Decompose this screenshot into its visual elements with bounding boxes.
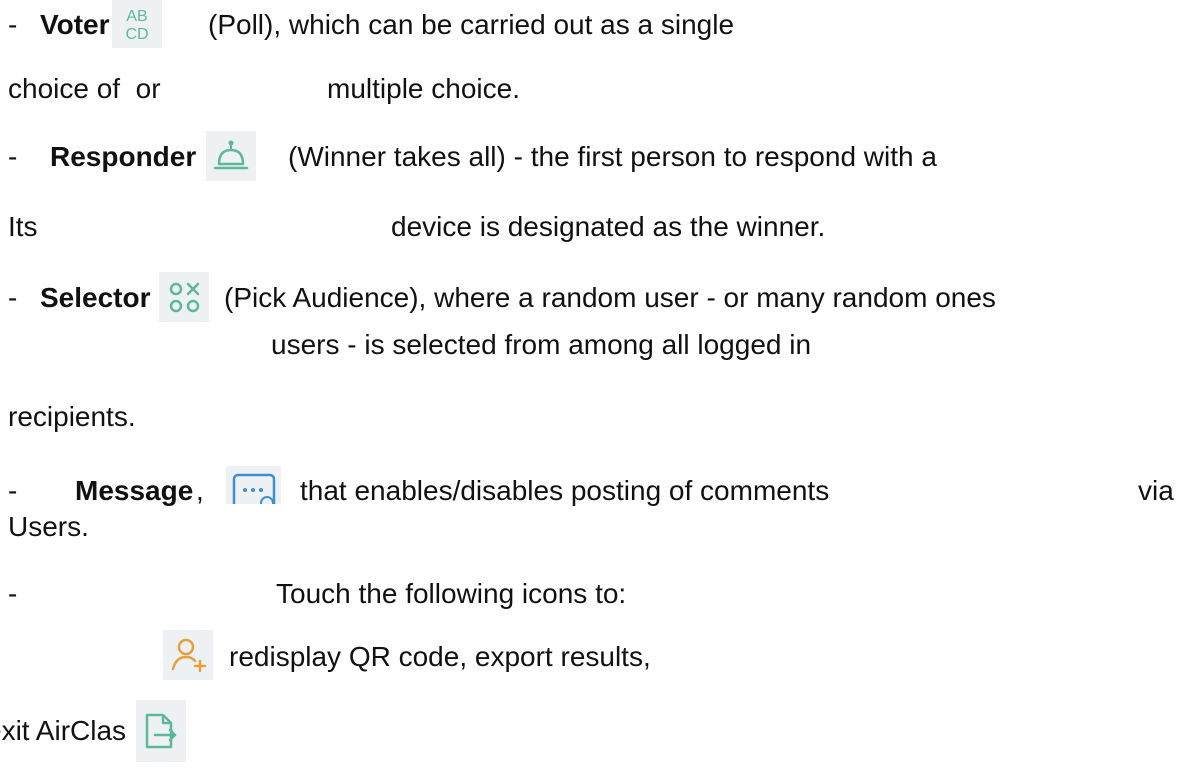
add-user-icon [163,630,213,680]
message-label: Message [75,475,194,506]
circles-x-selector-icon [159,272,209,322]
voter-icon-top-text: AB [126,8,147,25]
message-comma: , [196,475,204,506]
responder-description: (Winner takes all) - the first person to… [288,141,937,172]
exit-text: exit AirClas [0,715,127,746]
voter-description: (Poll), which can be carried out as a si… [208,9,735,40]
redisplay-text: redisplay QR code, export results, [229,641,651,672]
bell-responder-icon [206,131,256,181]
choice-text-a: choice of or [8,73,161,104]
recipients-text: recipients. [8,401,136,432]
selector-label: Selector [40,282,151,313]
voter-icon-bottom-text: CD [125,26,148,43]
responder-dash: - [8,141,33,172]
exit-document-icon [136,700,186,762]
winner-text: device is designated as the winner. [391,211,826,242]
selector-description: (Pick Audience), where a random user - o… [224,282,996,313]
voter-label: Voter [40,9,110,40]
touch-instruction: Touch the following icons to: [276,578,627,609]
selector-dash: - [8,282,26,313]
touch-dash: - [8,578,18,609]
responder-label: Responder [50,141,197,172]
users-text: Users. [8,511,89,542]
selector-continuation: users - is selected from among all logge… [271,329,812,360]
its-text: Its [8,211,38,242]
choice-text-b: multiple choice. [327,73,520,104]
voter-dash: - [8,9,26,40]
abcd-poll-icon: AB CD [112,0,162,48]
message-icon [226,466,281,504]
message-via: via [1138,475,1174,506]
message-dash: - [8,475,18,506]
message-description: that enables/disables posting of comment… [300,475,830,506]
